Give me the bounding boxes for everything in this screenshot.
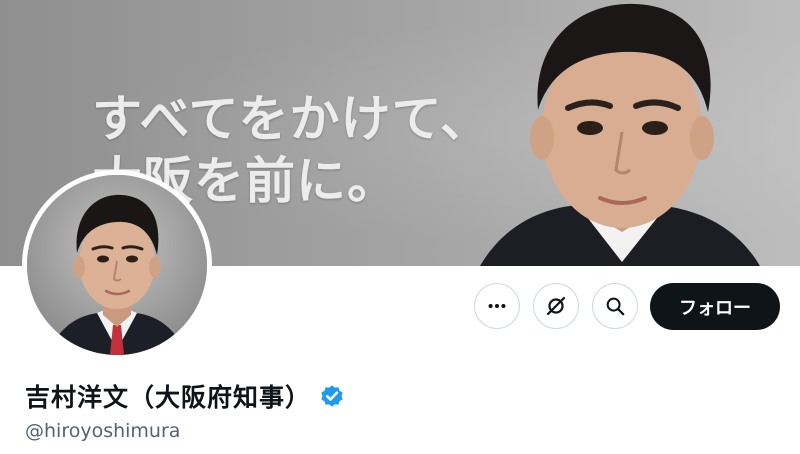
profile-header: すべてをかけて、 大阪を前に。 フォロー 吉村洋文（大阪府知事） @hiroyo… (0, 0, 800, 454)
search-icon (606, 297, 625, 316)
avatar-portrait (27, 175, 207, 355)
profile-avatar[interactable] (22, 170, 212, 360)
verified-badge-icon[interactable] (319, 383, 345, 409)
banner-slogan-line-1: すべてをかけて、 (92, 90, 491, 148)
search-profile-button[interactable] (592, 283, 638, 329)
follow-button[interactable]: フォロー (650, 283, 780, 330)
more-options-button[interactable] (474, 283, 520, 329)
grok-button[interactable] (533, 283, 579, 329)
profile-handle: @hiroyoshimura (25, 420, 181, 442)
grok-icon (546, 296, 566, 316)
display-name: 吉村洋文（大阪府知事） (25, 383, 312, 412)
banner-portrait (480, 3, 760, 266)
more-dots-icon (488, 303, 506, 309)
display-name-row: 吉村洋文（大阪府知事） (25, 378, 345, 414)
avatar-image (27, 175, 207, 355)
